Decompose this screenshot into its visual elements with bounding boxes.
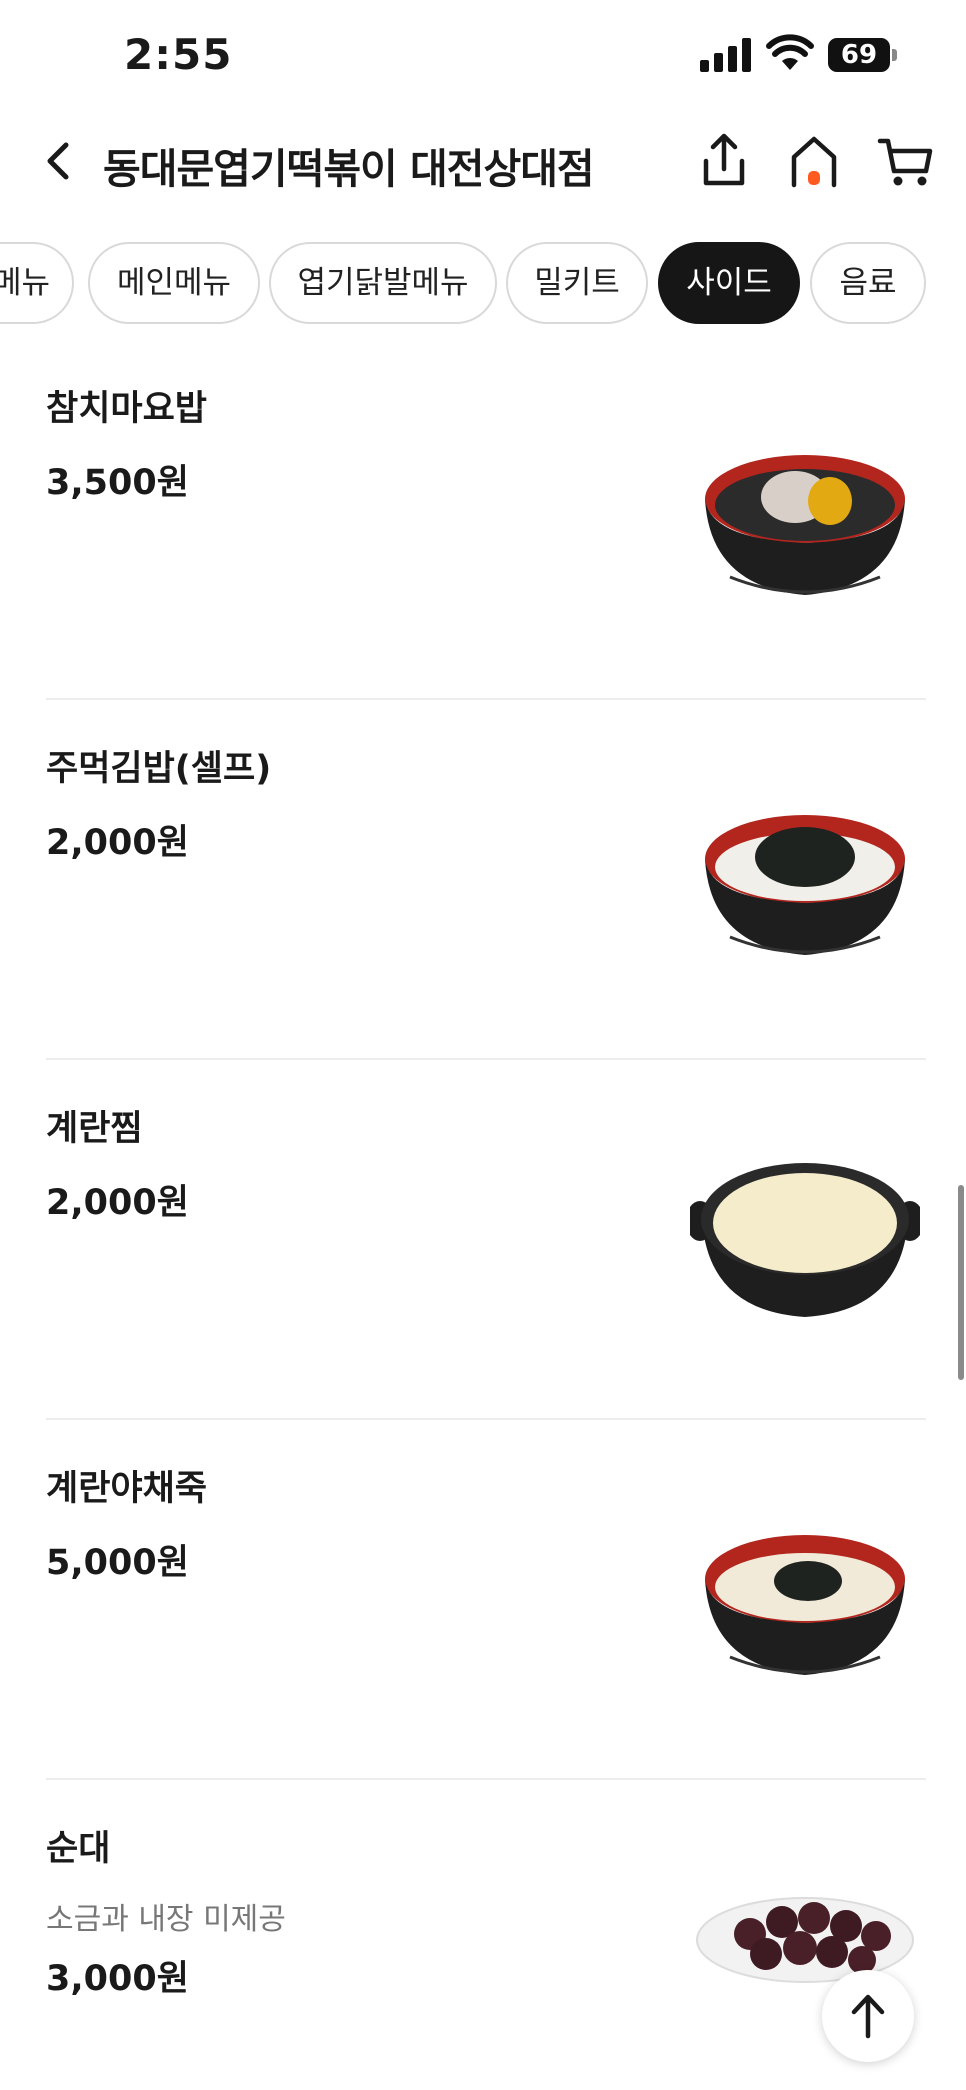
category-tabs: 메뉴 메인메뉴 엽기닭발메뉴 밀키트 사이드 음료 [0, 242, 966, 326]
menu-item-price: 2,000원 [46, 1183, 189, 1223]
cart-icon[interactable] [876, 131, 936, 191]
menu-item-price: 5,000원 [46, 1543, 189, 1583]
menu-item-tuna-mayo-rice[interactable]: 참치마요밥 3,500원 [0, 362, 966, 724]
wifi-icon [766, 34, 814, 70]
divider [46, 1778, 926, 1780]
divider [46, 1058, 926, 1060]
menu-item-image [690, 1163, 920, 1317]
menu-item-egg-vegetable-porridge[interactable]: 계란야채죽 5,000원 [0, 1442, 966, 1804]
menu-item-steamed-egg[interactable]: 계란찜 2,000원 [0, 1082, 966, 1444]
arrow-up-icon [851, 1994, 885, 2039]
scrollbar[interactable] [958, 1185, 964, 1380]
menu-item-image [705, 455, 905, 595]
menu-item-price: 2,000원 [46, 823, 189, 863]
menu-item-name: 주먹김밥(셀프) [46, 749, 272, 789]
menu-item-image [705, 1535, 905, 1675]
battery-icon: 69 [828, 38, 898, 72]
menu-item-name: 계란찜 [46, 1109, 143, 1149]
status-time: 2:55 [124, 30, 233, 79]
tab-meal-kit[interactable]: 밀키트 [506, 242, 648, 324]
divider [46, 698, 926, 700]
status-bar: 2:55 69 [0, 0, 966, 110]
tab-main-menu[interactable]: 메인메뉴 [88, 242, 260, 324]
tab-chicken-feet-menu[interactable]: 엽기닭발메뉴 [269, 242, 497, 324]
tab-side[interactable]: 사이드 [658, 242, 800, 324]
menu-item-price: 3,500원 [46, 463, 189, 503]
battery-level: 69 [828, 38, 890, 72]
cellular-signal-icon [700, 38, 751, 72]
share-icon[interactable] [696, 131, 752, 191]
menu-item-rice-ball[interactable]: 주먹김밥(셀프) 2,000원 [0, 722, 966, 1084]
menu-item-name: 순대 [46, 1829, 111, 1869]
scroll-to-top-button[interactable] [822, 1970, 914, 2062]
home-icon[interactable] [786, 131, 842, 191]
header: 동대문엽기떡볶이 대전상대점 [0, 115, 966, 210]
page-title: 동대문엽기떡볶이 대전상대점 [103, 145, 595, 193]
tab-drinks[interactable]: 음료 [810, 242, 926, 324]
divider [46, 1418, 926, 1420]
menu-item-image [705, 815, 905, 955]
menu-item-name: 계란야채죽 [46, 1469, 208, 1509]
tab-menu[interactable]: 메뉴 [0, 242, 74, 324]
chevron-left-icon[interactable] [36, 133, 84, 189]
menu-item-description: 소금과 내장 미제공 [46, 1902, 286, 1937]
menu-item-name: 참치마요밥 [46, 389, 208, 429]
menu-item-price: 3,000원 [46, 1959, 189, 1999]
